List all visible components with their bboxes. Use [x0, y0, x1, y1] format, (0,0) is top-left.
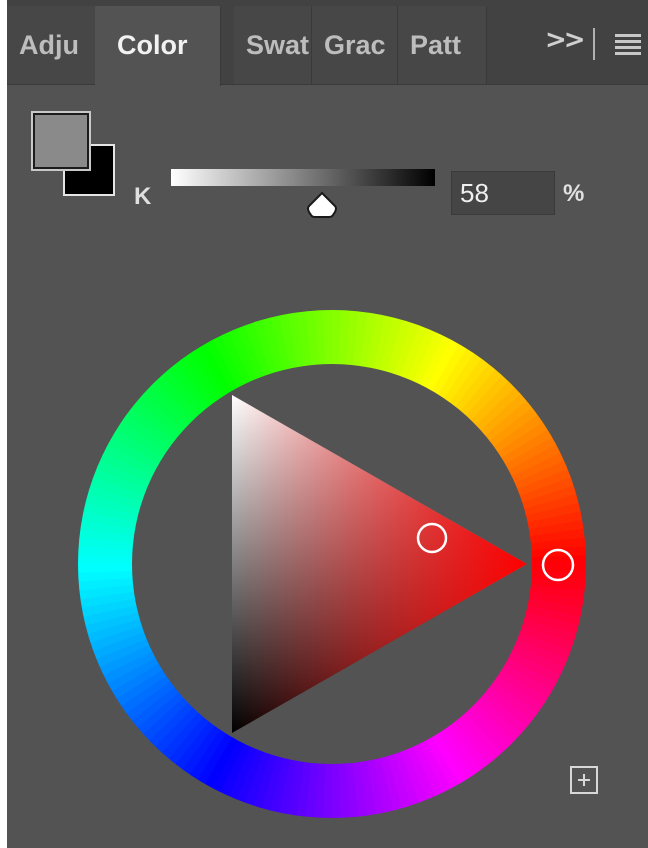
plus-square-icon[interactable] — [570, 766, 598, 794]
color-wheel[interactable] — [7, 0, 648, 848]
foreground-color-swatch[interactable] — [31, 111, 91, 171]
color-panel: Adju Color Swat Grac Patt >> K 58 % — [7, 0, 648, 848]
